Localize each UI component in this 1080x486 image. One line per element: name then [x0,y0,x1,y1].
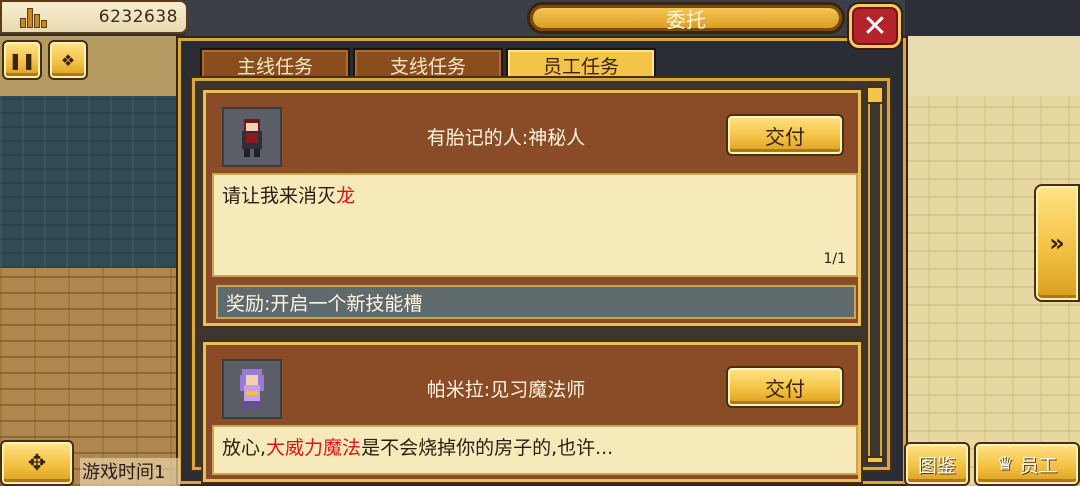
fast-forward-icon: » [1049,229,1065,257]
money-bar: 6232638 [0,0,188,34]
dpad-icon: ✥ [27,450,47,476]
quest-description-highlight: 龙 [336,185,356,207]
encyclopedia-label: 图鉴 [917,454,956,477]
staff-button[interactable]: ♛ 员工 [974,442,1080,486]
avatar [222,107,282,167]
gems-button[interactable]: ❖ [48,40,88,80]
move-button[interactable]: ✥ [0,440,74,486]
tab-side-quests[interactable]: 支线任务 [353,48,503,80]
mage-girl-icon [240,369,264,409]
crown-icon: ♛ [996,453,1014,475]
scrollbar-thumb[interactable] [866,86,884,104]
quest-description-text: 请让我来消灭 [222,185,337,207]
close-icon: ✕ [862,8,888,44]
quest-card: 帕米拉:见习魔法师 交付 放心,大威力魔法是不会烧掉你的房子的,也许... [203,342,861,482]
quest-progress: 1/1 [823,251,846,267]
pause-icon: ❚❚ [8,50,36,70]
expand-side-button[interactable]: » [1034,184,1080,302]
tab-staff-quests[interactable]: 员工任务 [506,48,656,80]
deliver-button[interactable]: 交付 [726,114,844,156]
quest-name: 有胎记的人:神秘人 [426,127,586,149]
tab-main-quests[interactable]: 主线任务 [200,48,350,80]
quest-description: 放心,大威力魔法是不会烧掉你的房子的,也许... [212,425,858,475]
background-floor-topright [900,36,1080,96]
avatar [222,359,282,419]
quest-card: 有胎记的人:神秘人 交付 请让我来消灭龙 1/1 奖励:开启一个新技能槽 [203,90,861,326]
scrollbar-end [866,456,884,464]
scrollbar-track[interactable] [868,86,882,464]
building-icon [20,6,48,28]
dialog-title-text: 委托 [666,7,706,32]
pause-button[interactable]: ❚❚ [2,40,42,80]
quest-description-tail: 是不会烧掉你的房子的,也许... [361,437,614,459]
gems-icon: ❖ [60,50,76,70]
quest-description-highlight: 大威力魔法 [266,437,362,459]
dialog-title: 委托 [527,2,845,34]
hooded-figure-icon [242,119,262,157]
game-time: 游戏时间1 [80,458,180,486]
quest-description-text: 放心, [222,437,267,459]
encyclopedia-button[interactable]: 图鉴 [904,442,970,486]
quest-reward: 奖励:开启一个新技能槽 [216,285,856,319]
quest-tabs: 主线任务 支线任务 员工任务 [200,48,656,80]
quest-name: 帕米拉:见习魔法师 [426,379,586,401]
quest-description: 请让我来消灭龙 1/1 [212,173,858,277]
background-stone-pattern [0,96,185,268]
money-amount: 6232638 [98,7,178,27]
close-button[interactable]: ✕ [849,4,901,48]
staff-label: 员工 [1019,454,1058,477]
deliver-button[interactable]: 交付 [726,366,844,408]
